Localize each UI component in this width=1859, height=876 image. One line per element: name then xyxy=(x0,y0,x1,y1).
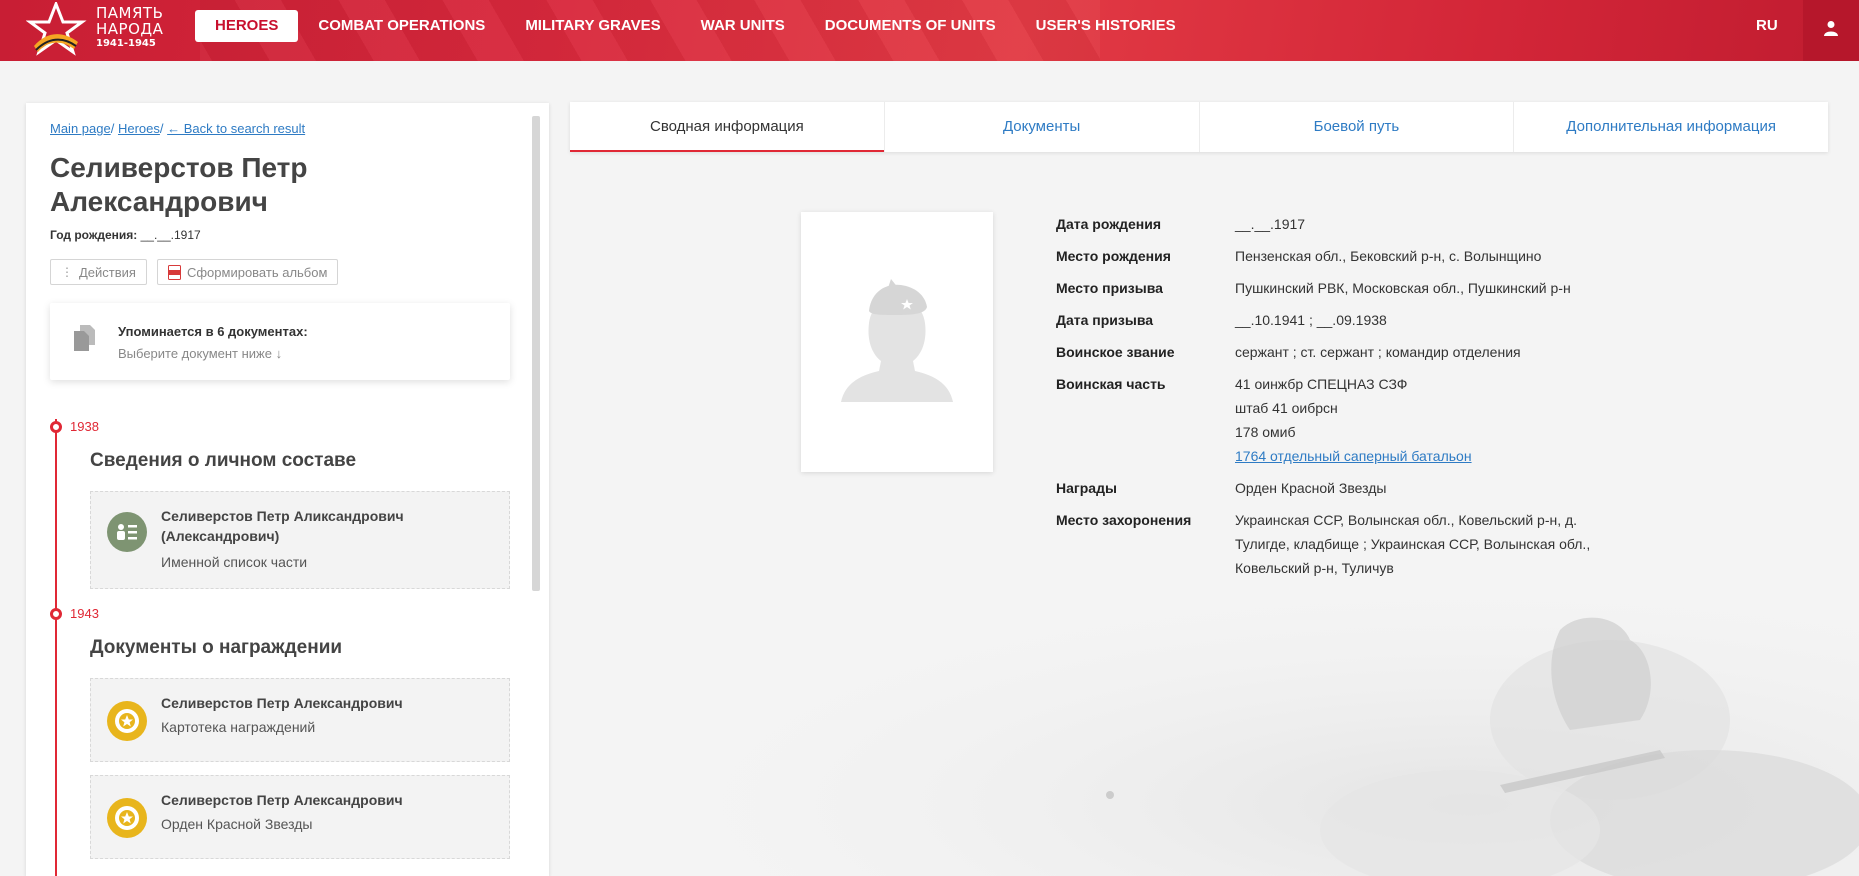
mentions-title: Упоминается в 6 документах: xyxy=(118,324,308,339)
info-value: __.__.1917 xyxy=(1235,216,1306,232)
pdf-icon xyxy=(167,264,181,280)
info-label: Воинская часть xyxy=(1056,376,1166,392)
unit-line: штаб 41 оибрсн xyxy=(1235,400,1338,416)
document-type: Именной список части xyxy=(161,554,308,570)
timeline-heading: Сведения о личном составе xyxy=(90,450,357,471)
actions-button-label: Действия xyxy=(79,264,136,280)
timeline-year: 1938 xyxy=(70,419,99,434)
user-button[interactable] xyxy=(1803,0,1859,61)
hero-tabs: Сводная информация Документы Боевой путь… xyxy=(570,102,1828,152)
info-label: Место захоронения xyxy=(1056,512,1192,528)
create-album-button[interactable]: Сформировать альбом xyxy=(156,259,339,285)
nav-military-graves[interactable]: MILITARY GRAVES xyxy=(505,10,680,42)
nav-heroes[interactable]: HEROES xyxy=(195,10,299,42)
actions-button[interactable]: ⋮ Действия xyxy=(50,259,147,285)
info-label: Место рождения xyxy=(1056,248,1171,264)
birth-year-label: Год рождения: xyxy=(50,228,138,242)
breadcrumb: Main page/ Heroes/ ← Back to search resu… xyxy=(50,121,305,136)
tab-additional-info[interactable]: Дополнительная информация xyxy=(1514,102,1828,152)
personnel-list-icon xyxy=(107,512,147,552)
info-value: 41 оинжбр СПЕЦНАЗ СЗФ штаб 41 оибрсн 178… xyxy=(1235,372,1595,468)
logo-line1: ПАМЯТЬ xyxy=(96,4,164,22)
info-value: __.10.1941 ; __.09.1938 xyxy=(1235,312,1387,328)
breadcrumb-separator: / xyxy=(110,121,115,136)
document-person-name: Селиверстов Петр Александрович xyxy=(161,792,403,808)
soldier-silhouette-icon xyxy=(841,279,953,402)
document-person-name: Селиверстов Петр Аликсандрович (Александ… xyxy=(161,508,404,544)
medal-icon xyxy=(107,798,147,838)
info-value: сержант ; ст. сержант ; командир отделен… xyxy=(1235,344,1521,360)
document-type: Картотека награждений xyxy=(161,719,316,735)
birth-year-line: Год рождения: __.__.1917 xyxy=(50,228,201,242)
action-buttons: ⋮ Действия Сформировать альбом xyxy=(50,259,339,285)
info-row-draft-date: Дата призыва __.10.1941 ; __.09.1938 xyxy=(1056,308,1616,332)
nav-documents-of-units[interactable]: DOCUMENTS OF UNITS xyxy=(805,10,1016,42)
medal-icon xyxy=(107,701,147,741)
info-label: Место призыва xyxy=(1056,280,1163,296)
nav-combat-operations[interactable]: COMBAT OPERATIONS xyxy=(298,10,505,42)
mentions-subtitle: Выберите документ ниже ↓ xyxy=(118,346,283,361)
info-row-unit: Воинская часть 41 оинжбр СПЕЦНАЗ СЗФ шта… xyxy=(1056,372,1616,468)
timeline-heading: Документы о награждении xyxy=(90,637,343,658)
unit-line: 178 омиб xyxy=(1235,424,1296,440)
nav-war-units[interactable]: WAR UNITS xyxy=(681,10,805,42)
hero-summary-info: Дата рождения __.__.1917 Место рождения … xyxy=(1056,212,1616,588)
breadcrumb-main-page[interactable]: Main page xyxy=(50,121,111,136)
info-row-rank: Воинское звание сержант ; ст. сержант ; … xyxy=(1056,340,1616,364)
documents-icon xyxy=(74,325,95,351)
document-card[interactable]: Селиверстов Петр Александрович Картотека… xyxy=(90,678,510,762)
site-logo[interactable]: ПАМЯТЬ НАРОДА 1941-1945 xyxy=(26,2,176,58)
kebab-icon: ⋮ xyxy=(61,265,73,279)
logo-line2: НАРОДА xyxy=(96,20,164,38)
language-switch[interactable]: RU xyxy=(1756,10,1778,42)
tab-documents[interactable]: Документы xyxy=(885,102,1200,152)
sidebar-scrollbar[interactable] xyxy=(532,116,540,591)
hero-name: Селиверстов Петр Александрович xyxy=(50,152,308,217)
hero-sidebar: Main page/ Heroes/ ← Back to search resu… xyxy=(26,103,549,876)
info-label: Воинское звание xyxy=(1056,344,1175,360)
timeline-dot xyxy=(50,608,62,620)
info-label: Награды xyxy=(1056,480,1117,496)
hero-photo-placeholder xyxy=(801,212,993,472)
timeline-line xyxy=(55,419,57,876)
info-value: Украинская ССР, Волынская обл., Ковельск… xyxy=(1235,512,1591,576)
timeline-year: 1943 xyxy=(70,606,99,621)
document-card[interactable]: Селиверстов Петр Александрович Орден Кра… xyxy=(90,775,510,859)
breadcrumb-heroes[interactable]: Heroes xyxy=(118,121,160,136)
user-icon xyxy=(1824,21,1838,36)
info-label: Дата призыва xyxy=(1056,312,1154,328)
document-type: Орден Красной Звезды xyxy=(161,816,313,832)
document-person-name: Селиверстов Петр Александрович xyxy=(161,695,403,711)
tab-combat-path[interactable]: Боевой путь xyxy=(1200,102,1515,152)
logo-text: ПАМЯТЬ НАРОДА 1941-1945 xyxy=(96,5,163,51)
logo-years: 1941-1945 xyxy=(96,38,156,49)
site-header: ПАМЯТЬ НАРОДА 1941-1945 HEROES COMBAT OP… xyxy=(0,0,1859,61)
document-card[interactable]: Селиверстов Петр Аликсандрович (Александ… xyxy=(90,491,510,589)
info-row-birth-place: Место рождения Пензенская обл., Бековски… xyxy=(1056,244,1616,268)
create-album-label: Сформировать альбом xyxy=(186,264,328,280)
info-value: Пушкинский РВК, Московская обл., Пушкинс… xyxy=(1235,280,1571,296)
unit-link[interactable]: 1764 отдельный саперный батальон xyxy=(1235,444,1595,468)
info-value: Пензенская обл., Бековский р-н, с. Волын… xyxy=(1235,248,1542,264)
breadcrumb-separator: / xyxy=(159,121,164,136)
star-ribbon-icon xyxy=(26,2,87,56)
info-value: Орден Красной Звезды xyxy=(1235,480,1387,496)
tab-summary[interactable]: Сводная информация xyxy=(570,102,885,152)
info-row-birth-date: Дата рождения __.__.1917 xyxy=(1056,212,1616,236)
timeline-dot xyxy=(50,421,62,433)
birth-year-value: __.__.1917 xyxy=(140,228,201,242)
main-nav: HEROES COMBAT OPERATIONS MILITARY GRAVES… xyxy=(195,10,1196,42)
info-row-burial: Место захоронения Украинская ССР, Волынс… xyxy=(1056,508,1616,580)
info-label: Дата рождения xyxy=(1056,216,1162,232)
unit-line: 41 оинжбр СПЕЦНАЗ СЗФ xyxy=(1235,376,1408,392)
info-row-awards: Награды Орден Красной Звезды xyxy=(1056,476,1616,500)
back-to-search-link[interactable]: ← Back to search result xyxy=(167,121,305,136)
mentions-card: Упоминается в 6 документах: Выберите док… xyxy=(50,303,510,380)
nav-users-histories[interactable]: USER'S HISTORIES xyxy=(1016,10,1196,42)
info-row-draft-place: Место призыва Пушкинский РВК, Московская… xyxy=(1056,276,1616,300)
